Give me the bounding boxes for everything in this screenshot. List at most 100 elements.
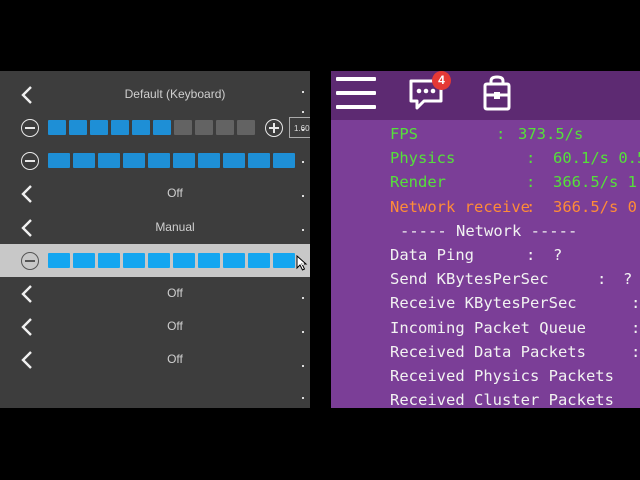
slider-segment[interactable] bbox=[90, 120, 108, 135]
panel-edge-mark bbox=[302, 195, 304, 197]
chat-badge: 4 bbox=[432, 71, 451, 90]
chevron-left-icon[interactable] bbox=[18, 184, 38, 204]
stat-line: Received Data Packets: bbox=[390, 340, 640, 364]
stat-colon: : bbox=[526, 246, 536, 264]
slider-segment[interactable] bbox=[73, 153, 95, 168]
slider-segment[interactable] bbox=[48, 253, 70, 268]
stat-label: Received Data Packets bbox=[390, 342, 586, 361]
stat-label: Incoming Packet Queue bbox=[390, 318, 586, 337]
stat-label: Received Cluster Packets bbox=[390, 391, 614, 408]
settings-row[interactable] bbox=[0, 144, 310, 177]
hamburger-icon[interactable] bbox=[336, 77, 376, 109]
stat-label: ----- Network ----- bbox=[400, 221, 578, 240]
stat-value: ? bbox=[623, 270, 633, 289]
slider-segment[interactable] bbox=[153, 120, 171, 135]
stat-colon: : bbox=[526, 173, 536, 192]
slider-segment[interactable] bbox=[111, 120, 129, 135]
setting-value-label: Off bbox=[167, 186, 183, 200]
chevron-left-icon[interactable] bbox=[18, 350, 38, 370]
panel-edge-mark bbox=[302, 111, 304, 113]
slider-segment[interactable] bbox=[198, 153, 220, 168]
slider-segment[interactable] bbox=[248, 253, 270, 268]
slider-bar[interactable] bbox=[48, 153, 295, 168]
slider-segment[interactable] bbox=[173, 253, 195, 268]
chevron-left-icon[interactable] bbox=[18, 218, 38, 238]
setting-value-label: Manual bbox=[155, 220, 195, 234]
settings-row[interactable]: Off bbox=[0, 277, 310, 310]
slider-segment[interactable] bbox=[273, 253, 295, 268]
top-bar: 4 bbox=[331, 71, 640, 120]
panel-edge-mark bbox=[302, 91, 304, 93]
minus-icon[interactable] bbox=[21, 252, 39, 270]
setting-value-label: Off bbox=[167, 319, 183, 333]
slider-segment[interactable] bbox=[223, 153, 245, 168]
minus-icon[interactable] bbox=[21, 119, 39, 137]
chevron-left-icon[interactable] bbox=[18, 317, 38, 337]
slider-value-box[interactable]: 1.60 bbox=[289, 117, 310, 138]
slider-segment[interactable] bbox=[223, 253, 245, 268]
setting-value-label: Off bbox=[167, 286, 183, 300]
panel-edge-mark bbox=[302, 365, 304, 367]
slider-bar[interactable] bbox=[48, 253, 295, 268]
slider-segment[interactable] bbox=[248, 153, 270, 168]
slider-segment[interactable] bbox=[132, 120, 150, 135]
stat-label: Receive KBytesPerSec bbox=[390, 294, 577, 313]
stat-label: Render bbox=[390, 173, 446, 192]
panel-edge-mark bbox=[302, 263, 304, 265]
settings-row[interactable] bbox=[0, 244, 310, 277]
slider-segment[interactable] bbox=[98, 153, 120, 168]
plus-icon[interactable] bbox=[265, 119, 283, 137]
stat-colon: : bbox=[631, 318, 640, 337]
stat-label: FPS bbox=[390, 125, 418, 143]
stat-line: ----- Network ----- bbox=[400, 219, 577, 243]
slider-segment[interactable] bbox=[174, 120, 192, 135]
stat-colon: : bbox=[597, 270, 607, 289]
chevron-left-icon[interactable] bbox=[18, 85, 38, 105]
slider-segment[interactable] bbox=[73, 253, 95, 268]
slider-segment[interactable] bbox=[123, 253, 145, 268]
stat-value: ? bbox=[553, 246, 563, 264]
settings-row[interactable]: 1.60 bbox=[0, 111, 310, 144]
stat-colon: : bbox=[526, 149, 536, 168]
panel-edge-mark bbox=[302, 397, 304, 399]
slider-segment[interactable] bbox=[123, 153, 145, 168]
settings-panel: Default (Keyboard) 1.60 Off Manual Off Off Off bbox=[0, 71, 310, 408]
panel-edge-mark bbox=[302, 129, 304, 131]
stat-colon: : bbox=[631, 294, 640, 313]
settings-row[interactable]: Manual bbox=[0, 211, 310, 244]
slider-segment[interactable] bbox=[48, 120, 66, 135]
stat-value: 60.1/s 0.5 bbox=[553, 149, 640, 168]
stat-line: Receive KBytesPerSec: bbox=[390, 291, 640, 315]
slider-segment[interactable] bbox=[173, 153, 195, 168]
slider-segment[interactable] bbox=[98, 253, 120, 268]
stat-line: Data Ping:? bbox=[390, 243, 562, 267]
settings-row[interactable]: Off bbox=[0, 310, 310, 343]
slider-segment[interactable] bbox=[148, 253, 170, 268]
settings-row[interactable]: Default (Keyboard) bbox=[0, 78, 310, 111]
stat-line: Received Cluster Packets bbox=[390, 388, 614, 408]
settings-row[interactable]: Off bbox=[0, 177, 310, 210]
settings-row[interactable]: Off bbox=[0, 343, 310, 376]
slider-segment[interactable] bbox=[69, 120, 87, 135]
slider-bar[interactable] bbox=[48, 120, 255, 135]
panel-edge-mark bbox=[302, 331, 304, 333]
stat-label: Received Physics Packets bbox=[390, 367, 614, 385]
slider-segment[interactable] bbox=[195, 120, 213, 135]
slider-segment[interactable] bbox=[237, 120, 255, 135]
setting-value-label: Off bbox=[167, 352, 183, 366]
minus-icon[interactable] bbox=[21, 152, 39, 170]
slider-segment[interactable] bbox=[148, 153, 170, 168]
slider-segment[interactable] bbox=[273, 153, 295, 168]
stat-line: Network receive:366.5/s 0.0 bbox=[390, 195, 640, 219]
stat-line: Incoming Packet Queue: bbox=[390, 316, 640, 340]
slider-segment[interactable] bbox=[198, 253, 220, 268]
backpack-icon[interactable] bbox=[482, 75, 512, 111]
slider-segment[interactable] bbox=[216, 120, 234, 135]
stat-label: Physics bbox=[390, 149, 456, 168]
panel-edge-mark bbox=[302, 229, 304, 231]
stat-label: Network receive bbox=[390, 197, 530, 216]
slider-segment[interactable] bbox=[48, 153, 70, 168]
panel-edge-mark bbox=[302, 161, 304, 163]
stats-panel: 4 FPS:373.5/s Physics:60.1/s 0.5 Render:36… bbox=[331, 71, 640, 408]
chevron-left-icon[interactable] bbox=[18, 284, 38, 304]
